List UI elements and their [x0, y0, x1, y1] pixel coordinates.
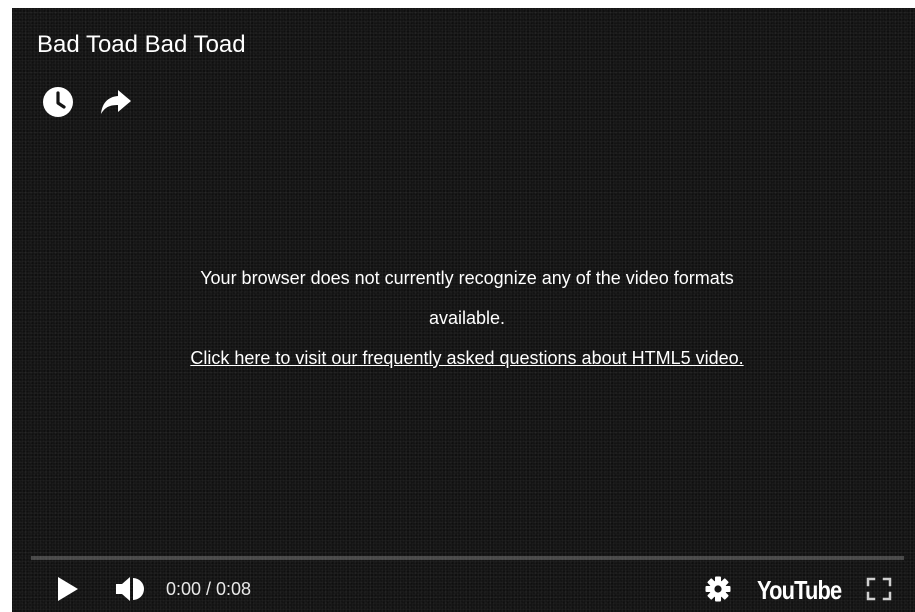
gear-icon: [705, 576, 731, 602]
message-line-2: available.: [428, 308, 506, 328]
settings-button[interactable]: [702, 572, 734, 606]
watch-later-button[interactable]: [41, 85, 75, 119]
progress-bar[interactable]: [31, 556, 904, 560]
youtube-logo[interactable]: YouTube: [757, 573, 842, 607]
time-display: 0:00 / 0:08: [166, 579, 252, 599]
play-icon: [58, 577, 78, 601]
video-player[interactable]: Bad Toad Bad Toad Your browser does not …: [12, 8, 915, 612]
video-title[interactable]: Bad Toad Bad Toad: [37, 30, 246, 60]
share-arrow-icon: [101, 90, 131, 114]
html5-faq-link[interactable]: Click here to visit our frequently asked…: [112, 338, 822, 378]
volume-icon: [116, 577, 144, 601]
play-button[interactable]: [51, 572, 85, 606]
message-line-1: Your browser does not currently recogniz…: [200, 268, 734, 288]
fullscreen-icon: [866, 577, 892, 601]
volume-button[interactable]: [112, 572, 148, 606]
clock-icon: [43, 87, 73, 117]
unsupported-format-message: Your browser does not currently recogniz…: [112, 258, 822, 378]
share-button[interactable]: [99, 85, 133, 119]
fullscreen-button[interactable]: [864, 572, 894, 606]
